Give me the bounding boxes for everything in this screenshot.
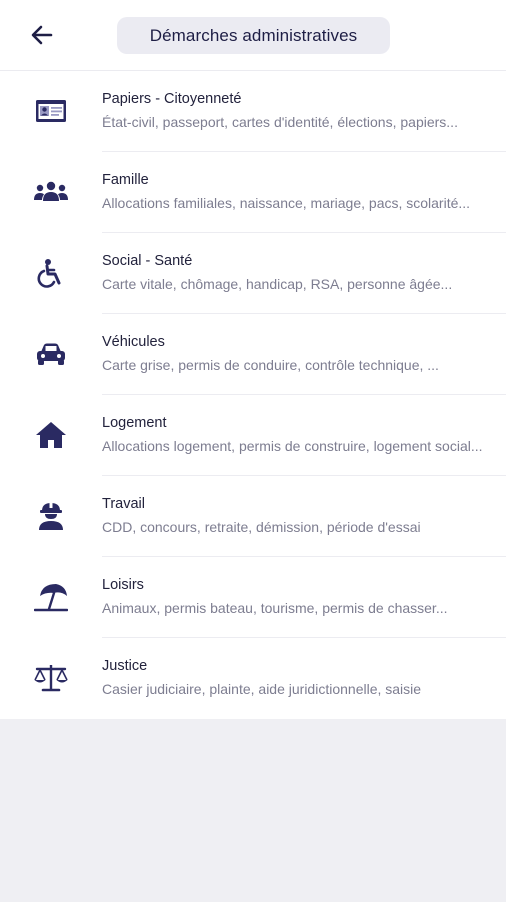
home-icon (30, 417, 72, 453)
page-title: Démarches administratives (117, 17, 390, 54)
item-subtitle: CDD, concours, retraite, démission, péri… (102, 519, 421, 535)
item-title: Logement (102, 415, 167, 431)
item-subtitle: Carte vitale, chômage, handicap, RSA, pe… (102, 276, 453, 292)
list-item-vehicules[interactable]: Véhicules Carte grise, permis de conduir… (0, 314, 506, 395)
scale-icon (30, 660, 72, 696)
list-item-social-sante[interactable]: Social - Santé Carte vitale, chômage, ha… (0, 233, 506, 314)
item-subtitle: État-civil, passeport, cartes d'identité… (102, 114, 458, 130)
item-title: Papiers - Citoyenneté (102, 91, 242, 107)
item-subtitle: Allocations familiales, naissance, maria… (102, 195, 471, 211)
item-title: Social - Santé (102, 253, 193, 269)
empty-area (0, 719, 506, 902)
id-card-icon (30, 93, 72, 129)
category-list: Papiers - Citoyenneté État-civil, passep… (0, 71, 506, 719)
list-item-justice[interactable]: Justice Casier judiciaire, plainte, aide… (0, 638, 506, 719)
family-icon (30, 174, 72, 210)
list-item-loisirs[interactable]: Loisirs Animaux, permis bateau, tourisme… (0, 557, 506, 638)
item-title: Loisirs (102, 577, 144, 593)
item-title: Travail (102, 496, 145, 512)
list-item-papiers[interactable]: Papiers - Citoyenneté État-civil, passep… (0, 71, 506, 152)
item-title: Justice (102, 658, 148, 674)
item-title: Famille (102, 172, 149, 188)
beach-umbrella-icon (30, 579, 72, 615)
list-item-logement[interactable]: Logement Allocations logement, permis de… (0, 395, 506, 476)
arrow-left-icon (31, 25, 53, 45)
item-subtitle: Carte grise, permis de conduire, contrôl… (102, 357, 439, 373)
top-bar: Démarches administratives (0, 0, 506, 71)
item-title: Véhicules (102, 334, 165, 350)
list-item-famille[interactable]: Famille Allocations familiales, naissanc… (0, 152, 506, 233)
worker-icon (30, 498, 72, 534)
car-icon (30, 336, 72, 372)
back-button[interactable] (28, 23, 56, 47)
list-item-travail[interactable]: Travail CDD, concours, retraite, démissi… (0, 476, 506, 557)
item-subtitle: Animaux, permis bateau, tourisme, permis… (102, 600, 448, 616)
accessible-icon (30, 255, 72, 291)
item-subtitle: Casier judiciaire, plainte, aide juridic… (102, 681, 422, 697)
item-subtitle: Allocations logement, permis de construi… (102, 438, 483, 454)
